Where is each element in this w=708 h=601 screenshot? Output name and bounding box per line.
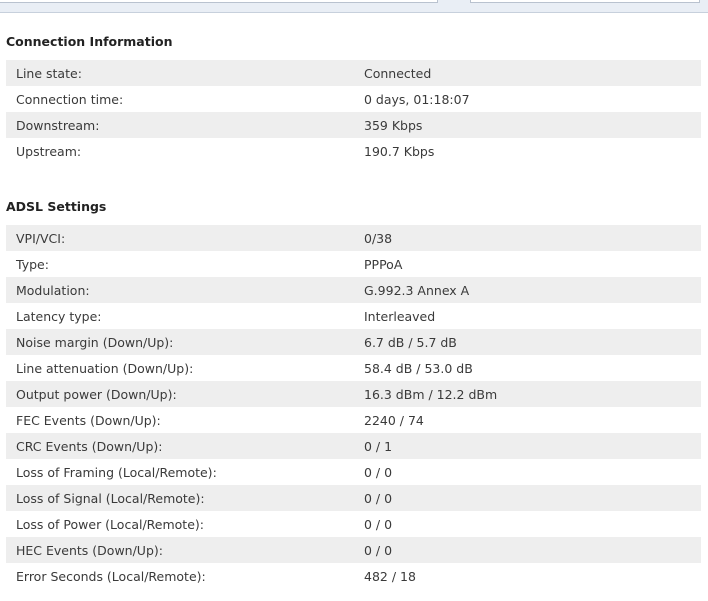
row-value: 16.3 dBm / 12.2 dBm: [364, 386, 498, 402]
row-label: Downstream:: [16, 117, 100, 133]
row-value: Interleaved: [364, 308, 436, 324]
table-row: Loss of Signal (Local/Remote): 0 / 0: [6, 485, 701, 511]
row-label: FEC Events (Down/Up):: [16, 412, 161, 428]
row-label: Upstream:: [16, 143, 82, 159]
table-row: Line state: Connected: [6, 60, 701, 86]
row-label: Modulation:: [16, 282, 90, 298]
row-label: Output power (Down/Up):: [16, 386, 177, 402]
row-value: 0 / 0: [364, 464, 393, 480]
table-row: Noise margin (Down/Up): 6.7 dB / 5.7 dB: [6, 329, 701, 355]
table-row: Error Seconds (Local/Remote): 482 / 18: [6, 563, 701, 589]
row-label: Loss of Signal (Local/Remote):: [16, 490, 205, 506]
toolbar-field-right[interactable]: [470, 0, 700, 3]
table-row: Loss of Framing (Local/Remote): 0 / 0: [6, 459, 701, 485]
adsl-settings-table: VPI/VCI: 0/38 Type: PPPoA Modulation: G.…: [6, 225, 701, 589]
row-label: Connection time:: [16, 91, 124, 107]
row-value: G.992.3 Annex A: [364, 282, 470, 298]
row-value: 2240 / 74: [364, 412, 424, 428]
row-value: 6.7 dB / 5.7 dB: [364, 334, 457, 350]
row-label: HEC Events (Down/Up):: [16, 542, 163, 558]
table-row: Line attenuation (Down/Up): 58.4 dB / 53…: [6, 355, 701, 381]
top-toolbar: [0, 0, 708, 13]
row-value: 0 days, 01:18:07: [364, 91, 470, 107]
row-value: PPPoA: [364, 256, 403, 272]
adsl-settings-title: ADSL Settings: [6, 199, 107, 214]
row-value: 359 Kbps: [364, 117, 423, 133]
row-label: Latency type:: [16, 308, 102, 324]
row-label: Type:: [16, 256, 49, 272]
row-value: 0 / 0: [364, 542, 393, 558]
row-label: CRC Events (Down/Up):: [16, 438, 163, 454]
row-label: Error Seconds (Local/Remote):: [16, 568, 206, 584]
table-row: Upstream: 190.7 Kbps: [6, 138, 701, 164]
row-label: Loss of Power (Local/Remote):: [16, 516, 204, 532]
table-row: Connection time: 0 days, 01:18:07: [6, 86, 701, 112]
row-value: Connected: [364, 65, 432, 81]
table-row: HEC Events (Down/Up): 0 / 0: [6, 537, 701, 563]
table-row: Downstream: 359 Kbps: [6, 112, 701, 138]
table-row: Latency type: Interleaved: [6, 303, 701, 329]
row-value: 190.7 Kbps: [364, 143, 435, 159]
toolbar-field-left[interactable]: [0, 0, 438, 3]
connection-info-title: Connection Information: [6, 34, 173, 49]
row-value: 0 / 1: [364, 438, 393, 454]
row-value: 58.4 dB / 53.0 dB: [364, 360, 473, 376]
table-row: Type: PPPoA: [6, 251, 701, 277]
row-label: Noise margin (Down/Up):: [16, 334, 174, 350]
table-row: CRC Events (Down/Up): 0 / 1: [6, 433, 701, 459]
row-label: Line state:: [16, 65, 82, 81]
table-row: VPI/VCI: 0/38: [6, 225, 701, 251]
row-label: Line attenuation (Down/Up):: [16, 360, 194, 376]
row-value: 0/38: [364, 230, 393, 246]
row-label: Loss of Framing (Local/Remote):: [16, 464, 217, 480]
row-label: VPI/VCI:: [16, 230, 66, 246]
table-row: Loss of Power (Local/Remote): 0 / 0: [6, 511, 701, 537]
table-row: Modulation: G.992.3 Annex A: [6, 277, 701, 303]
row-value: 0 / 0: [364, 490, 393, 506]
table-row: FEC Events (Down/Up): 2240 / 74: [6, 407, 701, 433]
connection-info-table: Line state: Connected Connection time: 0…: [6, 60, 701, 164]
row-value: 482 / 18: [364, 568, 416, 584]
table-row: Output power (Down/Up): 16.3 dBm / 12.2 …: [6, 381, 701, 407]
row-value: 0 / 0: [364, 516, 393, 532]
